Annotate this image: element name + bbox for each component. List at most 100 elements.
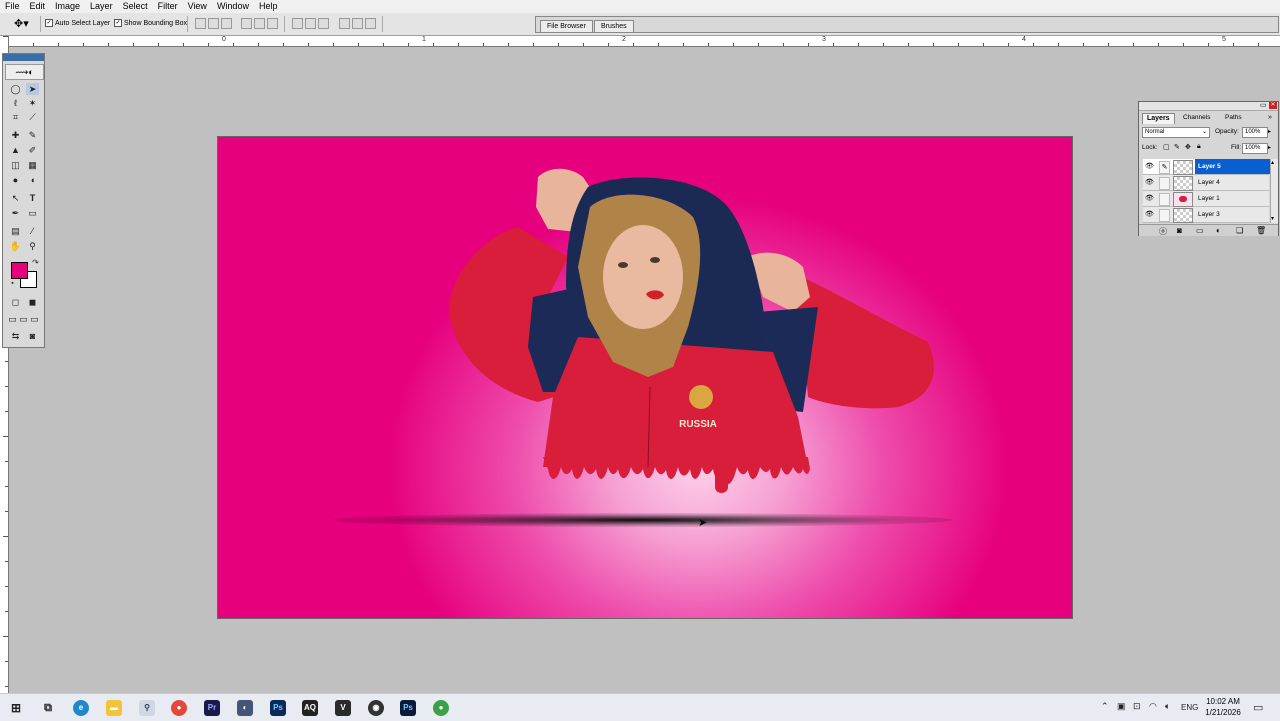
layers-palette-titlebar[interactable]: ▭ ✕ bbox=[1139, 102, 1278, 111]
layer-name[interactable]: Layer 4 bbox=[1195, 175, 1272, 190]
palette-well-tab-brushes[interactable]: Brushes bbox=[594, 20, 634, 32]
lock-all-icon[interactable]: 🔒︎ bbox=[1197, 143, 1201, 151]
distribute-middle-icon[interactable] bbox=[305, 18, 316, 29]
magnifier-icon[interactable]: ⚲ bbox=[139, 700, 155, 716]
lock-image-icon[interactable]: ✎ bbox=[1174, 143, 1180, 151]
layer-row[interactable]: 👁︎ ✎ Layer 5 bbox=[1143, 159, 1272, 175]
clone-stamp-icon[interactable]: ▲ bbox=[9, 144, 22, 156]
menu-file[interactable]: File bbox=[0, 0, 25, 13]
vegas-icon[interactable]: V bbox=[335, 700, 351, 716]
toolbox-titlebar[interactable] bbox=[3, 54, 44, 61]
scroll-down-icon[interactable]: ▾ bbox=[1271, 215, 1274, 222]
scroll-up-icon[interactable]: ▴ bbox=[1271, 159, 1274, 166]
tab-paths[interactable]: Paths bbox=[1221, 113, 1246, 123]
eye-icon[interactable]: 👁︎ bbox=[1145, 162, 1154, 171]
distribute-center-icon[interactable] bbox=[352, 18, 363, 29]
quick-mask-icon[interactable]: ◼ bbox=[26, 296, 39, 308]
close-icon[interactable]: ✕ bbox=[1269, 102, 1277, 109]
start-icon[interactable]: ⊞ bbox=[8, 700, 24, 716]
auto-select-layer-checkbox[interactable]: ✓ Auto Select Layer bbox=[45, 19, 110, 27]
link-slot[interactable] bbox=[1159, 177, 1170, 190]
eye-icon[interactable]: 👁︎ bbox=[1145, 178, 1154, 187]
premiere-icon[interactable]: Pr bbox=[204, 700, 220, 716]
dodge-tool-icon[interactable]: ◖ bbox=[26, 174, 39, 186]
default-colors-icon[interactable]: ▪ bbox=[6, 278, 19, 290]
eye-icon[interactable]: 👁︎ bbox=[1145, 194, 1154, 203]
align-top-icon[interactable] bbox=[195, 18, 206, 29]
document-canvas[interactable]: RUSSIA bbox=[217, 136, 1073, 619]
minimize-icon[interactable]: ▭ bbox=[1260, 102, 1267, 110]
shape-tool-icon[interactable]: ▭ bbox=[26, 207, 39, 219]
show-bounding-box-checkbox[interactable]: ✓ Show Bounding Box bbox=[114, 19, 187, 27]
lock-transparency-icon[interactable]: ▢ bbox=[1163, 143, 1170, 151]
eyedropper-icon[interactable]: ⁄ bbox=[26, 225, 39, 237]
fill-field[interactable]: 100% bbox=[1242, 143, 1268, 154]
davinci-icon[interactable]: ◉ bbox=[368, 700, 384, 716]
standard-mode-icon[interactable]: ◻ bbox=[9, 296, 22, 308]
slice-tool-icon[interactable]: ⟋ bbox=[26, 111, 39, 123]
menu-filter[interactable]: Filter bbox=[153, 0, 183, 13]
blur-tool-icon[interactable]: ● bbox=[9, 174, 22, 186]
layer-name[interactable]: Layer 1 bbox=[1195, 191, 1272, 206]
distribute-bottom-icon[interactable] bbox=[318, 18, 329, 29]
fill-arrow-icon[interactable]: ▸ bbox=[1268, 144, 1271, 151]
new-layer-icon[interactable]: ❏ bbox=[1236, 226, 1243, 235]
menu-help[interactable]: Help bbox=[254, 0, 283, 13]
opacity-arrow-icon[interactable]: ▸ bbox=[1268, 128, 1271, 135]
language-indicator[interactable]: ENG bbox=[1181, 703, 1198, 712]
notes-tool-icon[interactable]: ▤ bbox=[9, 225, 22, 237]
move-tool-preset-icon[interactable]: ✥▾ bbox=[14, 17, 29, 30]
screen-mode-full-icon[interactable]: ▭ bbox=[28, 313, 41, 325]
volume-icon[interactable]: 🔈︎ bbox=[1165, 701, 1170, 712]
layers-scrollbar[interactable]: ▴ ▾ bbox=[1270, 159, 1278, 223]
brush-link-icon[interactable]: ✎ bbox=[1159, 161, 1170, 174]
trash-icon[interactable]: 🗑︎ bbox=[1256, 226, 1266, 235]
clock[interactable]: 10:02 AM 1/21/2026 bbox=[1203, 696, 1243, 718]
layer-row[interactable]: 👁︎ Layer 1 bbox=[1143, 191, 1269, 207]
distribute-right-icon[interactable] bbox=[365, 18, 376, 29]
photoshop-alt-icon[interactable]: Ps bbox=[400, 700, 416, 716]
layer-name[interactable]: Layer 3 bbox=[1195, 207, 1272, 222]
notification-icon[interactable]: ▭ bbox=[1253, 701, 1263, 714]
menu-image[interactable]: Image bbox=[50, 0, 85, 13]
tray-overflow-icon[interactable]: ⌃ bbox=[1101, 701, 1109, 712]
brush-tool-icon[interactable]: ✎ bbox=[26, 129, 39, 141]
hand-tool-icon[interactable]: ✋ bbox=[9, 240, 22, 252]
align-bottom-icon[interactable] bbox=[221, 18, 232, 29]
file-explorer-icon[interactable]: ▬ bbox=[106, 700, 122, 716]
crop-tool-icon[interactable]: ⌗ bbox=[9, 111, 22, 123]
path-selection-icon[interactable]: ↖ bbox=[9, 192, 22, 204]
distribute-top-icon[interactable] bbox=[292, 18, 303, 29]
menu-layer[interactable]: Layer bbox=[85, 0, 118, 13]
foreground-color-swatch[interactable] bbox=[11, 262, 28, 279]
tab-layers[interactable]: Layers bbox=[1142, 113, 1175, 124]
menu-edit[interactable]: Edit bbox=[25, 0, 51, 13]
adjustment-layer-icon[interactable]: ◐ bbox=[1216, 226, 1221, 235]
lock-position-icon[interactable]: ✥ bbox=[1185, 143, 1191, 151]
photoshop-icon[interactable]: Ps bbox=[270, 700, 286, 716]
blend-mode-select[interactable]: Normal ⌄ bbox=[1142, 127, 1210, 138]
link-slot[interactable] bbox=[1159, 209, 1170, 222]
move-tool-icon[interactable]: ➤ bbox=[26, 83, 39, 95]
wifi-icon[interactable]: ◠ bbox=[1149, 701, 1157, 712]
distribute-left-icon[interactable] bbox=[339, 18, 350, 29]
healing-brush-icon[interactable]: ✚ bbox=[9, 129, 22, 141]
menu-view[interactable]: View bbox=[183, 0, 212, 13]
lasso-tool-icon[interactable]: ℓ bbox=[9, 97, 22, 109]
layer-style-icon[interactable]: ⓞ bbox=[1159, 226, 1167, 237]
layer-row[interactable]: 👁︎ Layer 4 bbox=[1143, 175, 1269, 191]
app-icon[interactable]: ◐ bbox=[237, 700, 253, 716]
edge-icon[interactable]: e bbox=[73, 700, 89, 716]
aq-icon[interactable]: AQ bbox=[302, 700, 318, 716]
link-slot[interactable] bbox=[1159, 193, 1170, 206]
marquee-tool-icon[interactable]: ◯ bbox=[9, 83, 22, 95]
align-center-icon[interactable] bbox=[254, 18, 265, 29]
layer-name[interactable]: Layer 5 bbox=[1195, 159, 1272, 174]
chrome-alt-icon[interactable]: ● bbox=[433, 700, 449, 716]
eye-icon[interactable]: 👁︎ bbox=[1145, 210, 1154, 219]
layer-mask-icon[interactable]: ◙ bbox=[1177, 226, 1182, 235]
chrome-icon[interactable]: ● bbox=[171, 700, 187, 716]
tray-app-icon[interactable]: ▣ bbox=[1117, 701, 1126, 712]
tab-channels[interactable]: Channels bbox=[1179, 113, 1214, 123]
gradient-tool-icon[interactable]: ▦ bbox=[26, 159, 39, 171]
